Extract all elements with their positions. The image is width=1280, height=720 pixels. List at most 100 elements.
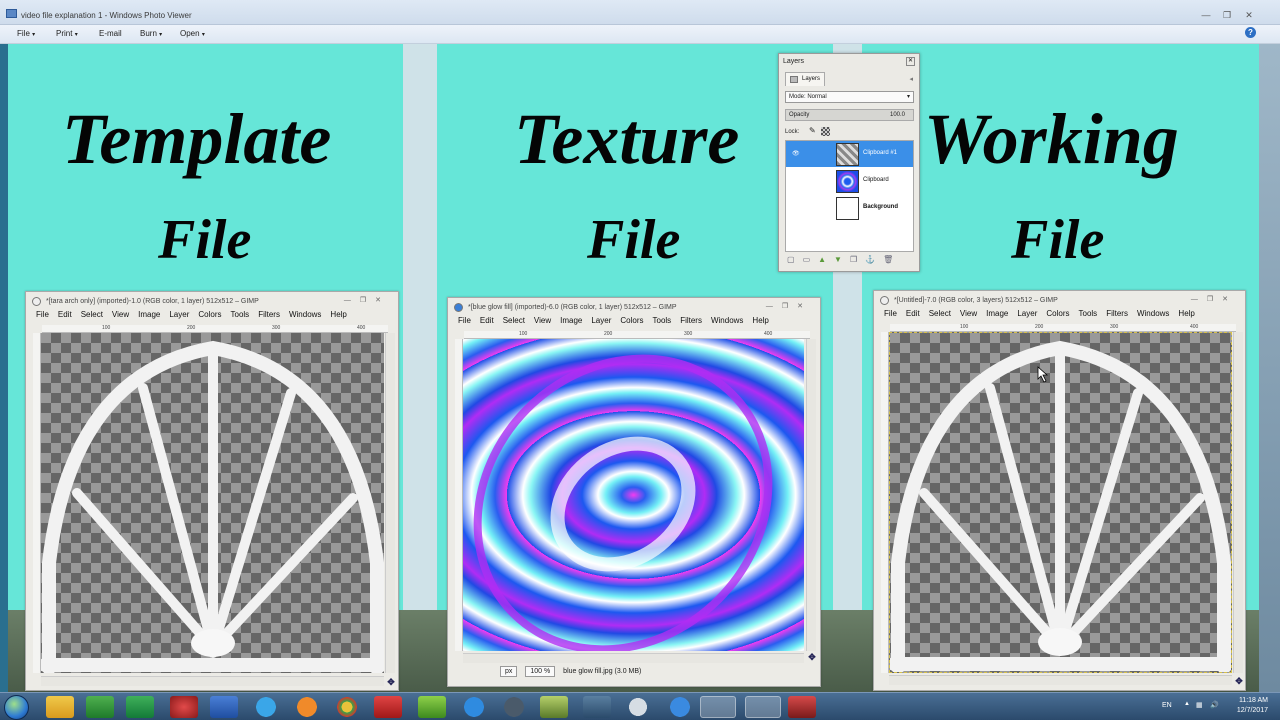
- menu-colors[interactable]: Colors: [1046, 309, 1069, 318]
- menu-help[interactable]: Help: [1178, 309, 1194, 318]
- mode-select[interactable]: Mode: Normal ▾: [785, 91, 914, 103]
- help-icon[interactable]: ?: [1245, 27, 1256, 38]
- chrome-icon[interactable]: [333, 696, 361, 718]
- webcam-icon[interactable]: [624, 696, 652, 718]
- menu-file[interactable]: File: [884, 309, 897, 318]
- new-group-icon[interactable]: ▭: [803, 255, 819, 264]
- menu-burn[interactable]: Burn ▾: [140, 29, 162, 38]
- delete-layer-icon[interactable]: 🗑: [883, 255, 901, 264]
- firefox-icon[interactable]: [293, 696, 321, 718]
- layer-item-background[interactable]: Background: [786, 195, 913, 221]
- explorer-icon[interactable]: [46, 696, 74, 718]
- vertical-ruler[interactable]: [455, 339, 463, 651]
- menu-image[interactable]: Image: [560, 316, 582, 325]
- menu-filters[interactable]: Filters: [680, 316, 702, 325]
- window-controls[interactable]: —❐✕: [766, 302, 812, 310]
- app-recorder-icon[interactable]: [788, 696, 816, 718]
- start-button[interactable]: [4, 695, 29, 720]
- horizontal-ruler[interactable]: 100 200 300 400: [890, 324, 1236, 332]
- volume-icon[interactable]: 🔊: [1210, 701, 1219, 709]
- word-icon[interactable]: [210, 696, 238, 718]
- visibility-eye-icon[interactable]: 👁: [792, 150, 801, 157]
- menu-file[interactable]: File ▾: [17, 29, 35, 38]
- duplicate-layer-icon[interactable]: ❐: [850, 255, 865, 264]
- layer-list[interactable]: 👁 Clipboard #1 Clipboard Background: [785, 140, 914, 252]
- app-red-icon[interactable]: [170, 696, 198, 718]
- unit-select[interactable]: px: [500, 666, 518, 677]
- menu-select[interactable]: Select: [929, 309, 951, 318]
- ie-icon[interactable]: [460, 696, 488, 718]
- window-controls[interactable]: —❐✕: [344, 296, 390, 304]
- menu-filters[interactable]: Filters: [258, 310, 280, 319]
- layers-dialog[interactable]: Layers ✕ Layers ◂ Mode: Normal ▾ Opacity 1…: [778, 53, 920, 272]
- menu-file[interactable]: File: [36, 310, 49, 319]
- menu-print[interactable]: Print ▾: [56, 29, 78, 38]
- menu-layer[interactable]: Layer: [1017, 309, 1037, 318]
- menu-image[interactable]: Image: [986, 309, 1008, 318]
- menu-image[interactable]: Image: [138, 310, 160, 319]
- alpha-lock-icon[interactable]: [821, 126, 831, 136]
- brush-lock-icon[interactable]: ✎: [809, 126, 816, 135]
- tab-menu-icon[interactable]: ◂: [909, 75, 913, 83]
- menu-colors[interactable]: Colors: [198, 310, 221, 319]
- zoom-select[interactable]: 100 %: [525, 666, 556, 677]
- vertical-ruler[interactable]: [33, 333, 41, 673]
- horizontal-scrollbar[interactable]: [41, 676, 384, 686]
- media-icon[interactable]: [500, 696, 528, 718]
- anchor-icon[interactable]: ⚓: [865, 255, 883, 264]
- menu-layer[interactable]: Layer: [591, 316, 611, 325]
- navigate-icon[interactable]: ✥: [1234, 676, 1244, 686]
- menu-windows[interactable]: Windows: [1137, 309, 1169, 318]
- menu-view[interactable]: View: [534, 316, 551, 325]
- menu-windows[interactable]: Windows: [711, 316, 743, 325]
- pdf-icon[interactable]: [374, 696, 402, 718]
- tray-expand-icon[interactable]: ▲: [1184, 701, 1190, 707]
- menu-layer[interactable]: Layer: [169, 310, 189, 319]
- menu-edit[interactable]: Edit: [58, 310, 72, 319]
- vertical-scrollbar[interactable]: [385, 333, 395, 673]
- skype-icon[interactable]: [252, 696, 280, 718]
- raise-layer-icon[interactable]: ▲: [818, 255, 834, 264]
- horizontal-scrollbar[interactable]: [463, 653, 804, 663]
- new-layer-icon[interactable]: ▢: [787, 255, 803, 264]
- excel-icon[interactable]: [86, 696, 114, 718]
- gimp-taskbar-button[interactable]: [700, 696, 736, 718]
- window-controls[interactable]: —❐✕: [1191, 295, 1237, 303]
- vertical-scrollbar[interactable]: [1233, 332, 1243, 673]
- horizontal-ruler[interactable]: 100 200 300 400: [464, 331, 810, 339]
- menu-edit[interactable]: Edit: [480, 316, 494, 325]
- menu-view[interactable]: View: [960, 309, 977, 318]
- canvas-transparent[interactable]: [887, 332, 1235, 674]
- lower-layer-icon[interactable]: ▼: [834, 255, 850, 264]
- horizontal-scrollbar[interactable]: [889, 675, 1232, 685]
- menu-windows[interactable]: Windows: [289, 310, 321, 319]
- tab-layers[interactable]: Layers: [785, 72, 825, 86]
- app-icon[interactable]: [540, 696, 568, 718]
- menu-view[interactable]: View: [112, 310, 129, 319]
- minimize-button[interactable]: —: [1197, 10, 1215, 22]
- vertical-scrollbar[interactable]: [806, 339, 816, 651]
- menu-email[interactable]: E-mail: [99, 29, 122, 38]
- close-button[interactable]: ✕: [1240, 10, 1258, 22]
- navigate-icon[interactable]: ✥: [807, 652, 817, 662]
- photo-viewer-taskbar-button[interactable]: [745, 696, 781, 718]
- language-indicator[interactable]: EN: [1162, 702, 1172, 709]
- menu-tools[interactable]: Tools: [653, 316, 672, 325]
- publisher-icon[interactable]: [126, 696, 154, 718]
- settings-icon[interactable]: [583, 696, 611, 718]
- menu-tools[interactable]: Tools: [231, 310, 250, 319]
- menu-filters[interactable]: Filters: [1106, 309, 1128, 318]
- maximize-button[interactable]: ❐: [1218, 10, 1236, 22]
- vertical-ruler[interactable]: [881, 332, 889, 673]
- menu-help[interactable]: Help: [752, 316, 768, 325]
- clock-time[interactable]: 11:18 AM: [1239, 697, 1268, 704]
- texture-canvas[interactable]: [463, 339, 804, 651]
- menu-edit[interactable]: Edit: [906, 309, 920, 318]
- opacity-slider[interactable]: Opacity 100.0: [785, 109, 914, 121]
- close-icon[interactable]: ✕: [906, 57, 915, 66]
- menu-help[interactable]: Help: [330, 310, 346, 319]
- horizontal-ruler[interactable]: 100 200 300 400: [42, 325, 388, 333]
- layer-item-clipboard[interactable]: Clipboard: [786, 168, 913, 194]
- menu-tools[interactable]: Tools: [1079, 309, 1098, 318]
- gimp-window-texture[interactable]: *[blue glow fill] (imported)-6.0 (RGB co…: [447, 297, 821, 687]
